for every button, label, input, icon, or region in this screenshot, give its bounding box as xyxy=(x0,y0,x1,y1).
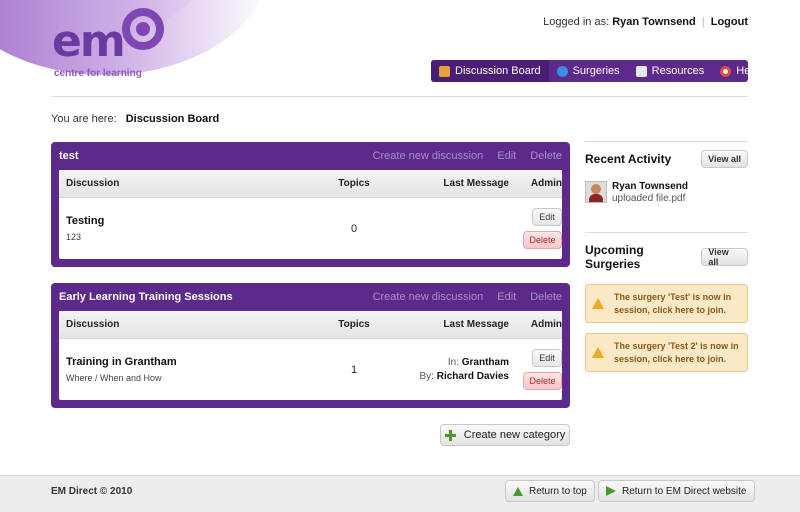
category-title: test xyxy=(59,150,79,162)
last-message: In: Grantham By: Richard Davies xyxy=(409,356,510,384)
col-topics: Topics xyxy=(338,178,370,189)
divider xyxy=(585,232,748,233)
delete-button[interactable]: Delete xyxy=(523,231,562,249)
logo-mark: em xyxy=(52,16,126,67)
return-to-top-label: Return to top xyxy=(529,485,587,497)
col-discussion: Discussion xyxy=(66,178,120,189)
nav-label: Discussion Board xyxy=(455,65,541,77)
board-icon xyxy=(439,65,450,77)
table-header: Discussion Topics Last Message Admin xyxy=(59,311,562,339)
category-panel: Early Learning Training Sessions Create … xyxy=(51,283,570,408)
logout-link[interactable]: Logout xyxy=(711,16,748,28)
return-to-site-button[interactable]: Return to EM Direct website xyxy=(598,480,755,502)
warning-icon xyxy=(592,298,604,309)
document-icon xyxy=(635,65,647,77)
warning-icon xyxy=(592,347,604,358)
delete-button[interactable]: Delete xyxy=(523,372,562,390)
delete-category-link[interactable]: Delete xyxy=(530,150,562,162)
create-category-button[interactable]: Create new category xyxy=(440,424,570,446)
create-discussion-link[interactable]: Create new discussion xyxy=(373,150,484,162)
plus-icon xyxy=(444,429,456,441)
edit-button[interactable]: Edit xyxy=(532,349,562,367)
table-header: Discussion Topics Last Message Admin xyxy=(59,170,562,198)
logo-tagline: centre for learning xyxy=(54,68,142,79)
last-in-label: In: xyxy=(447,356,459,368)
logo[interactable]: em centre for learning xyxy=(52,8,172,83)
nav-help[interactable]: Help xyxy=(712,60,767,82)
last-by-value[interactable]: Richard Davies xyxy=(437,371,509,382)
globe-icon xyxy=(556,65,568,77)
discussion-subtitle: 123 xyxy=(66,232,82,242)
nav-surgeries[interactable]: Surgeries xyxy=(549,60,628,82)
col-last-message: Last Message xyxy=(443,178,509,189)
footer: EM Direct © 2010 Return to top Return to… xyxy=(0,475,800,512)
topics-count: 0 xyxy=(350,222,358,235)
breadcrumb-current: Discussion Board xyxy=(125,113,220,125)
view-all-button[interactable]: View all xyxy=(701,150,748,168)
col-discussion: Discussion xyxy=(66,319,120,330)
table-row[interactable]: Training in Grantham Where / When and Ho… xyxy=(59,339,562,400)
create-discussion-link[interactable]: Create new discussion xyxy=(373,291,484,303)
main-nav: Discussion Board Surgeries Resources Hel… xyxy=(431,60,759,82)
nav-label: Surgeries xyxy=(572,65,620,77)
recent-activity-title: Recent Activity xyxy=(585,152,672,166)
last-in-value[interactable]: Grantham xyxy=(462,357,509,368)
activity-item[interactable]: Ryan Townsend uploaded file.pdf xyxy=(585,181,748,204)
breadcrumb: You are here: Discussion Board xyxy=(51,113,219,125)
copyright: EM Direct © 2010 xyxy=(51,486,133,497)
col-admin: Admin xyxy=(530,319,562,330)
nav-resources[interactable]: Resources xyxy=(628,60,713,82)
nav-label: Help xyxy=(736,65,759,77)
view-all-button[interactable]: View all xyxy=(701,247,748,267)
user-name: Ryan Townsend xyxy=(612,16,696,28)
create-category-label: Create new category xyxy=(463,429,566,441)
surgery-alert-text: The surgery 'Test 2' is now in session, … xyxy=(614,340,739,364)
discussion-title[interactable]: Training in Grantham xyxy=(66,356,299,368)
category-panel: test Create new discussion Edit Delete D… xyxy=(51,142,570,267)
activity-text: uploaded file.pdf xyxy=(612,193,686,204)
nav-discussion-board[interactable]: Discussion Board xyxy=(431,60,549,82)
avatar xyxy=(585,181,607,203)
arrow-up-icon xyxy=(513,486,523,496)
return-to-site-label: Return to EM Direct website xyxy=(622,485,747,497)
edit-button[interactable]: Edit xyxy=(532,208,562,226)
col-topics: Topics xyxy=(338,319,370,330)
col-admin: Admin xyxy=(530,178,562,189)
delete-category-link[interactable]: Delete xyxy=(530,291,562,303)
discussion-subtitle: Where / When and How xyxy=(66,373,162,383)
topics-count: 1 xyxy=(350,363,358,376)
discussion-title[interactable]: Testing xyxy=(66,215,299,227)
upcoming-surgeries-title: Upcoming Surgeries xyxy=(585,243,644,271)
logo-dot xyxy=(136,22,150,36)
edit-category-link[interactable]: Edit xyxy=(497,150,516,162)
surgery-alert[interactable]: The surgery 'Test 2' is now in session, … xyxy=(585,333,748,372)
nav-label: Resources xyxy=(651,65,705,77)
surgery-alert[interactable]: The surgery 'Test' is now in session, cl… xyxy=(585,284,748,323)
lifebuoy-icon xyxy=(720,65,732,77)
return-to-top-button[interactable]: Return to top xyxy=(505,480,595,502)
activity-user[interactable]: Ryan Townsend xyxy=(612,181,688,192)
edit-category-link[interactable]: Edit xyxy=(497,291,516,303)
header-divider xyxy=(51,96,748,97)
login-status: Logged in as: Ryan Townsend | Logout xyxy=(543,16,748,28)
table-row[interactable]: Testing 123 0 Edit Delete xyxy=(59,198,562,259)
last-by-label: By: xyxy=(419,370,434,382)
arrow-right-icon xyxy=(606,486,616,496)
divider xyxy=(585,141,748,142)
breadcrumb-label: You are here: xyxy=(51,113,117,125)
separator: | xyxy=(701,16,705,28)
category-title: Early Learning Training Sessions xyxy=(59,291,233,303)
upcoming-surgeries: Upcoming Surgeries View all The surgery … xyxy=(585,232,748,372)
surgery-alert-text: The surgery 'Test' is now in session, cl… xyxy=(614,291,732,315)
recent-activity: Recent Activity View all Ryan Townsend u… xyxy=(585,141,748,204)
logged-in-label: Logged in as: xyxy=(543,16,610,28)
col-last-message: Last Message xyxy=(443,319,509,330)
